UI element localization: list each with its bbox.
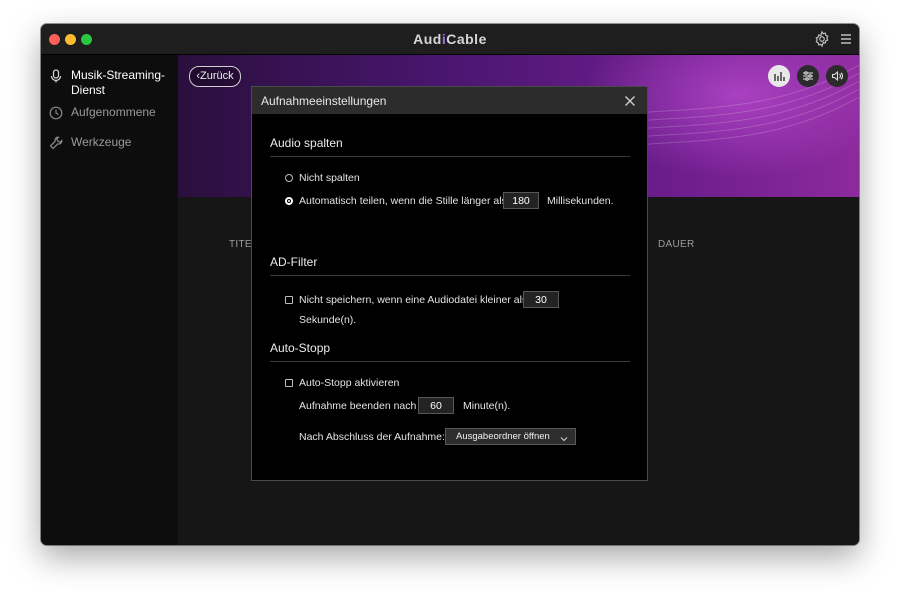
end-after-minutes-input[interactable] xyxy=(418,397,454,414)
after-recording-select[interactable]: Ausgabeordner öffnen xyxy=(445,428,576,445)
volume-button[interactable] xyxy=(826,65,848,87)
sliders-button[interactable] xyxy=(797,65,819,87)
silence-ms-input[interactable] xyxy=(503,192,539,209)
equalizer-button[interactable] xyxy=(768,65,790,87)
radio-no-split[interactable] xyxy=(285,174,293,182)
app-title-suffix: Cable xyxy=(446,31,487,47)
radio-auto-split[interactable] xyxy=(285,197,293,205)
end-after-label: Aufnahme beenden nach xyxy=(299,400,417,412)
sidebar-item-label: Musik-Streaming-Dienst xyxy=(71,68,166,97)
sidebar-item-label: Aufgenommene xyxy=(71,105,156,119)
dialog-header: Aufnahmeeinstellungen xyxy=(252,87,647,114)
volume-icon xyxy=(831,70,843,82)
checkbox-auto-stop[interactable] xyxy=(285,379,293,387)
chevron-down-icon xyxy=(560,433,568,442)
end-after-unit-label: Minute(n). xyxy=(463,400,511,412)
ad-filter-unit-label: Sekunde(n). xyxy=(299,314,357,326)
microphone-icon xyxy=(49,69,63,83)
dialog-title: Aufnahmeeinstellungen xyxy=(261,94,387,108)
back-button[interactable]: ‹Zurück xyxy=(189,66,241,87)
hamburger-icon[interactable] xyxy=(837,30,855,48)
sidebar-item-music-streaming[interactable]: Musik-Streaming-Dienst xyxy=(49,68,175,98)
app-title: AudiCable xyxy=(41,31,859,47)
section-divider xyxy=(270,156,630,157)
section-title-ad-filter: AD-Filter xyxy=(270,255,318,269)
sidebar-item-recorded[interactable]: Aufgenommene xyxy=(49,105,175,120)
ad-filter-seconds-input[interactable] xyxy=(523,291,559,308)
silence-unit-label: Millisekunden. xyxy=(547,195,614,207)
column-header-duration[interactable]: DAUER xyxy=(658,239,695,250)
back-label: Zurück xyxy=(200,70,234,82)
equalizer-icon xyxy=(774,72,785,81)
auto-stop-enable-label[interactable]: Auto-Stopp aktivieren xyxy=(299,377,399,389)
app-title-prefix: Aud xyxy=(413,31,442,47)
section-title-audio-split: Audio spalten xyxy=(270,136,343,150)
wrench-icon xyxy=(49,136,63,150)
sidebar-item-tools[interactable]: Werkzeuge xyxy=(49,135,175,150)
radio-auto-split-label[interactable]: Automatisch teilen, wenn die Stille läng… xyxy=(299,195,507,207)
section-title-auto-stop: Auto-Stopp xyxy=(270,341,331,355)
ad-filter-label[interactable]: Nicht speichern, wenn eine Audiodatei kl… xyxy=(299,294,527,306)
checkbox-ad-filter[interactable] xyxy=(285,296,293,304)
radio-no-split-label[interactable]: Nicht spalten xyxy=(299,172,360,184)
sidebar: Musik-Streaming-Dienst Aufgenommene Werk… xyxy=(41,55,178,545)
close-icon[interactable] xyxy=(624,94,636,106)
sliders-icon xyxy=(803,71,813,81)
after-recording-value: Ausgabeordner öffnen xyxy=(456,431,550,442)
title-bar: AudiCable xyxy=(41,24,859,55)
clock-icon xyxy=(49,106,63,120)
sidebar-item-label: Werkzeuge xyxy=(71,135,132,149)
section-divider xyxy=(270,275,630,276)
recording-settings-dialog: Aufnahmeeinstellungen Audio spalten Nich… xyxy=(251,86,648,481)
gear-icon[interactable] xyxy=(813,30,831,48)
after-recording-label: Nach Abschluss der Aufnahme: xyxy=(299,431,445,443)
section-divider xyxy=(270,361,630,362)
